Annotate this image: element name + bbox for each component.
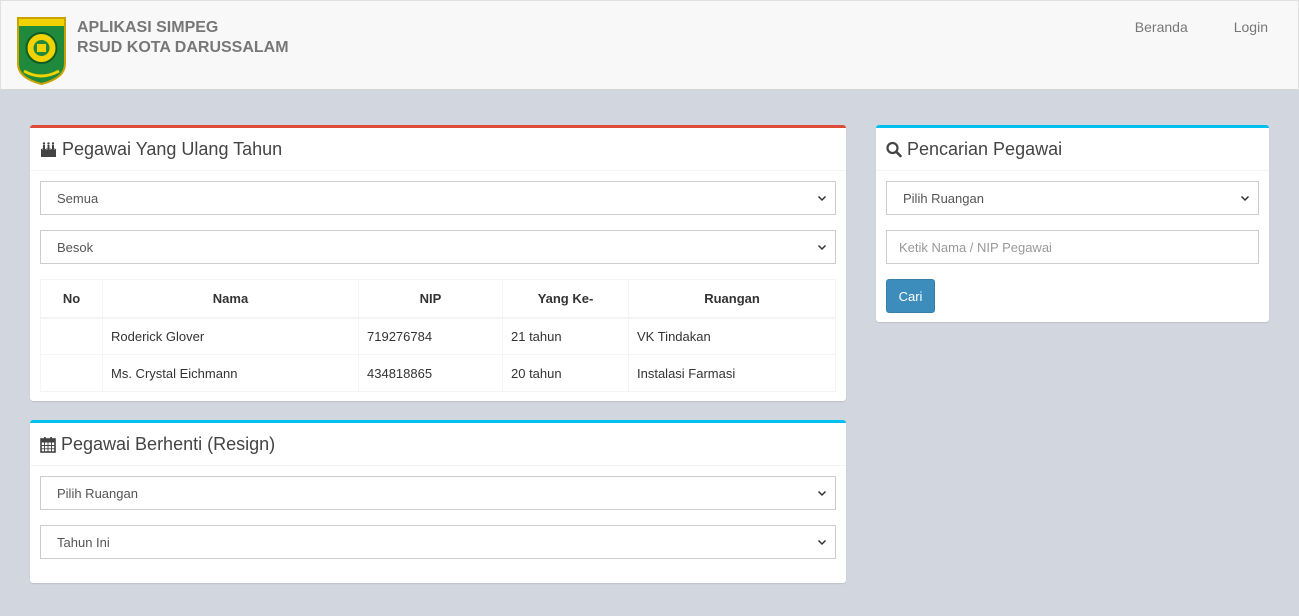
column-header-no: No [40, 279, 103, 319]
cell-yang-ke: 21 tahun [502, 317, 629, 355]
birthday-cake-icon [40, 141, 57, 157]
resign-room-selected: Pilih Ruangan [57, 485, 138, 501]
search-box-header: Pencarian Pegawai [876, 128, 1269, 171]
birthday-time-selected: Besok [57, 239, 94, 255]
column-header-nama: Nama [102, 279, 359, 319]
nav-login-link[interactable]: Login [1188, 18, 1268, 36]
resign-box-body: Pilih Ruangan Tahun Ini [30, 466, 846, 584]
column-header-yang-ke: Yang Ke- [502, 279, 629, 319]
resign-room-select[interactable]: Pilih Ruangan [40, 476, 836, 510]
main-nav: Beranda Login [1135, 18, 1268, 36]
chevron-down-icon [817, 539, 827, 546]
resign-box: Pegawai Berhenti (Resign) Pilih Ruangan … [30, 420, 846, 583]
column-header-ruangan: Ruangan [628, 279, 836, 319]
chevron-down-icon [817, 244, 827, 251]
cell-no [40, 317, 103, 355]
search-room-selected: Pilih Ruangan [903, 190, 984, 206]
search-input[interactable]: Ketik Nama / NIP Pegawai [886, 230, 1259, 264]
chevron-down-icon [817, 195, 827, 202]
search-box-body: Pilih Ruangan Ketik Nama / NIP Pegawai C… [876, 171, 1269, 323]
search-room-select[interactable]: Pilih Ruangan [886, 181, 1259, 215]
birthday-time-select[interactable]: Besok [40, 230, 836, 264]
nav-beranda-link[interactable]: Beranda [1135, 18, 1188, 36]
search-box-title: Pencarian Pegawai [907, 138, 1063, 159]
column-header-nip: NIP [358, 279, 503, 319]
resign-box-title: Pegawai Berhenti (Resign) [61, 433, 276, 454]
birthday-box-body: Semua Besok No Nama NIP Yang Ke- Ruangan [30, 171, 846, 402]
search-icon [886, 141, 902, 157]
cell-nama: Roderick Glover [102, 317, 359, 355]
cell-ruangan: VK Tindakan [628, 317, 836, 355]
birthday-table: No Nama NIP Yang Ke- Ruangan Roderick Gl… [40, 279, 836, 392]
birthday-room-select[interactable]: Semua [40, 181, 836, 215]
table-row: Ms. Crystal Eichmann 434818865 20 tahun … [40, 354, 836, 392]
resign-box-header: Pegawai Berhenti (Resign) [30, 423, 846, 466]
search-input-placeholder: Ketik Nama / NIP Pegawai [899, 239, 1052, 255]
cell-nip: 434818865 [358, 354, 503, 392]
cell-nip: 719276784 [358, 317, 503, 355]
table-header-row: No Nama NIP Yang Ke- Ruangan [40, 279, 836, 319]
chevron-down-icon [1240, 195, 1250, 202]
cell-ruangan: Instalasi Farmasi [628, 354, 836, 392]
search-button[interactable]: Cari [886, 279, 935, 313]
resign-time-selected: Tahun Ini [57, 534, 110, 550]
birthday-box-title: Pegawai Yang Ulang Tahun [62, 138, 283, 159]
brand-title[interactable]: APLIKASI SIMPEG RSUD KOTA DARUSSALAM [77, 18, 289, 58]
cell-nama: Ms. Crystal Eichmann [102, 354, 359, 392]
calendar-icon [40, 436, 56, 453]
cell-yang-ke: 20 tahun [502, 354, 629, 392]
logo-icon[interactable] [16, 16, 67, 86]
table-row: Roderick Glover 719276784 21 tahun VK Ti… [40, 317, 836, 355]
birthday-box: Pegawai Yang Ulang Tahun Semua Besok No … [30, 125, 846, 401]
brand-line-1: APLIKASI SIMPEG [77, 19, 219, 36]
cell-no [40, 354, 103, 392]
birthday-room-selected: Semua [57, 190, 99, 206]
top-navbar: APLIKASI SIMPEG RSUD KOTA DARUSSALAM Ber… [0, 0, 1299, 90]
chevron-down-icon [817, 490, 827, 497]
birthday-box-header: Pegawai Yang Ulang Tahun [30, 128, 846, 171]
brand-line-2: RSUD KOTA DARUSSALAM [77, 39, 289, 56]
resign-time-select[interactable]: Tahun Ini [40, 525, 836, 559]
search-box: Pencarian Pegawai Pilih Ruangan Ketik Na… [876, 125, 1269, 322]
